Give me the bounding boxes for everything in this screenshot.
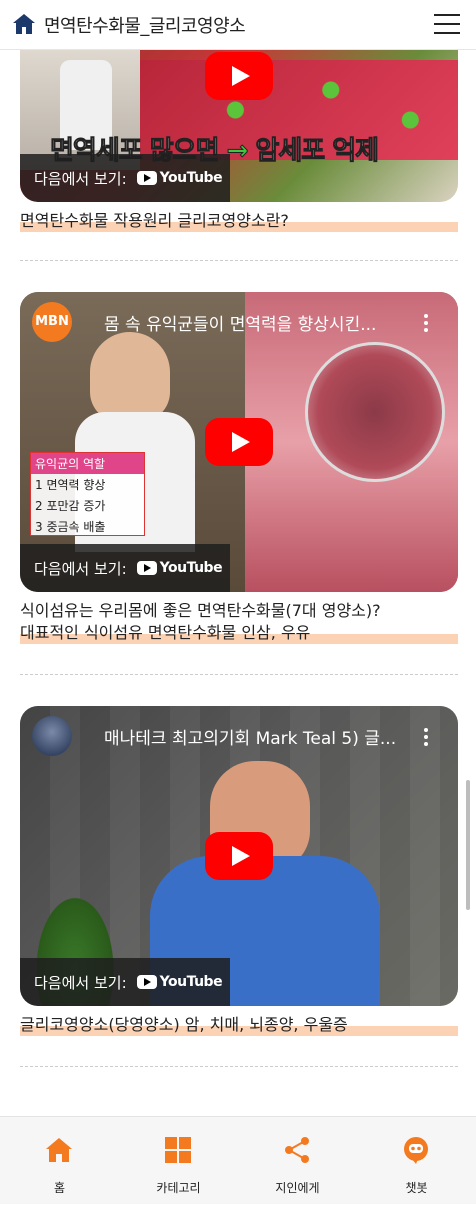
youtube-logo-icon: YouTube [136,170,223,186]
dashed-divider [20,260,458,261]
channel-avatar-mbn[interactable]: MBN [32,302,72,342]
info-panel-item: 3 중금속 배출 [35,520,106,534]
nav-item-chatbot[interactable]: 챗봇 [357,1117,476,1205]
info-panel-heading: 유익균의 역할 [31,453,144,474]
youtube-logo-icon: YouTube [136,560,223,576]
play-button-icon[interactable] [205,832,273,880]
scrollbar[interactable] [466,780,470,910]
nav-label: 카테고리 [156,1181,201,1195]
caption-line-2: 대표적인 식이섬유 면역탄수화물 인삼, 우유 [20,622,458,644]
youtube-logo-icon: YouTube [136,974,223,990]
video-title-2: 몸 속 유익균들이 면역력을 향상시킨... [104,315,377,335]
caption-text: 면역탄수화물 작용원리 글리코영양소란? [20,210,458,232]
bottom-nav: 홈 카테고리 지인에게 챗봇 [0,1116,476,1204]
play-button-icon[interactable] [205,418,273,466]
main-content: 면역세포 많으면 → 암세포 억제 다음에서 보기: YouTube 면역탄수화… [0,50,476,1116]
nav-label: 홈 [53,1181,66,1195]
channel-avatar[interactable] [32,716,72,756]
nav-item-share[interactable]: 지인에게 [238,1117,357,1205]
home-icon [46,1138,72,1162]
microscope-circle [305,342,445,482]
grid-icon [165,1137,191,1163]
video-title-3: 매나테크 최고의기회 Mark Teal 5) 글... [104,729,397,749]
info-panel-item: 1 면역력 향상 [35,478,106,492]
more-options-icon[interactable] [424,728,428,746]
app-header: 면역탄수화물_글리코영양소 [0,0,476,50]
info-panel-item: 2 포만감 증가 [35,499,106,513]
watch-on-youtube-bar[interactable]: 다음에서 보기: YouTube [20,544,230,592]
video-embed-2[interactable]: MBN 몸 속 유익균들이 면역력을 향상시킨... 유익균의 역할 1 면역력… [20,292,458,592]
video-embed-1[interactable]: 면역세포 많으면 → 암세포 억제 다음에서 보기: YouTube [20,50,458,202]
nav-label: 챗봇 [405,1181,428,1195]
overlay-text-2: 암세포 억제 [255,136,380,167]
watch-on-label: 다음에서 보기: [34,973,127,992]
dashed-divider [20,674,458,675]
presenter-face [90,332,170,422]
video-caption-1: 면역탄수화물 작용원리 글리코영양소란? [20,210,458,232]
chatbot-icon [404,1137,428,1164]
watch-on-youtube-bar[interactable]: 다음에서 보기: YouTube [20,958,230,1006]
video-caption-3: 글리코영양소(당영양소) 암, 치매, 뇌종양, 우울증 [20,1014,458,1036]
watch-on-youtube-bar[interactable]: 다음에서 보기: YouTube [20,154,230,202]
more-options-icon[interactable] [424,314,428,332]
page-title: 면역탄수화물_글리코영양소 [44,16,246,37]
play-button-icon[interactable] [205,52,273,100]
hamburger-menu-icon[interactable] [434,14,462,36]
share-icon [285,1137,309,1163]
watch-on-label: 다음에서 보기: [34,169,127,188]
watch-on-label: 다음에서 보기: [34,559,127,578]
home-icon[interactable] [12,12,36,36]
channel-name: MBN [35,314,69,329]
caption-line-1: 식이섬유는 우리몸에 좋은 면역탄수화물(7대 영양소)? [20,601,381,620]
info-panel: 유익균의 역할 1 면역력 향상 2 포만감 증가 3 중금속 배출 [30,452,145,536]
nav-item-home[interactable]: 홈 [0,1117,119,1205]
video-caption-2: 식이섬유는 우리몸에 좋은 면역탄수화물(7대 영양소)? 대표적인 식이섬유 … [20,600,458,644]
caption-text: 글리코영양소(당영양소) 암, 치매, 뇌종양, 우울증 [20,1014,458,1036]
video-embed-3[interactable]: 매나테크 최고의기회 Mark Teal 5) 글... 다음에서 보기: Yo… [20,706,458,1006]
nav-item-category[interactable]: 카테고리 [119,1117,238,1205]
nav-label: 지인에게 [275,1181,320,1195]
dashed-divider [20,1066,458,1067]
